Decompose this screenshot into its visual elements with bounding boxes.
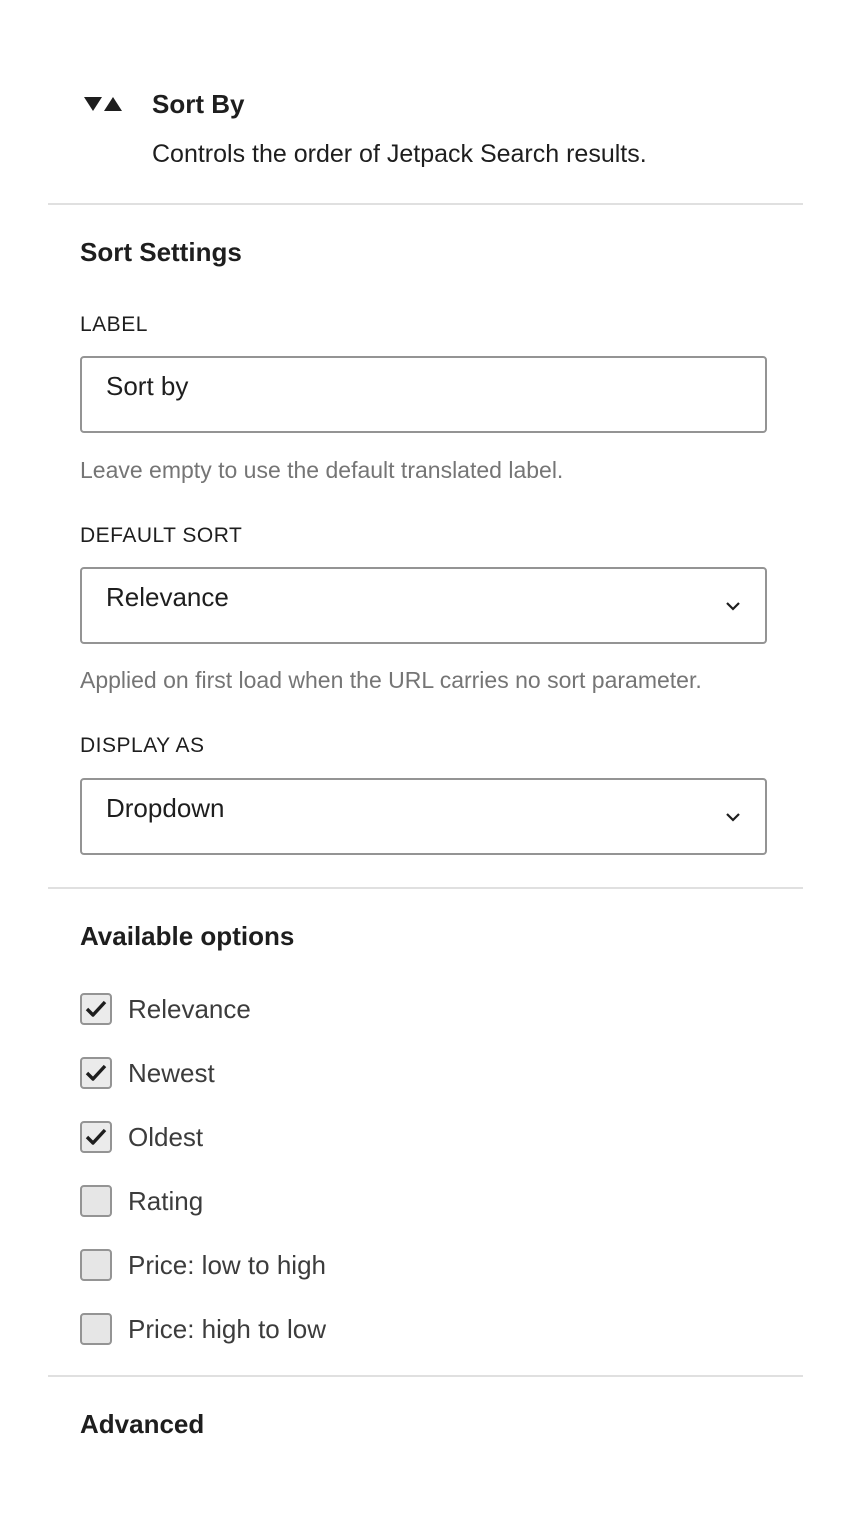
- label-input-value: Sort by: [106, 371, 189, 401]
- checkmark-icon: [85, 1128, 107, 1145]
- option-label: Newest: [128, 1058, 215, 1088]
- display-as-label: DISPLAY AS: [80, 734, 205, 757]
- option-label: Oldest: [128, 1122, 204, 1152]
- panel-title-advanced[interactable]: Advanced: [80, 1408, 204, 1440]
- default-sort-select[interactable]: Relevance: [80, 567, 767, 644]
- checkmark-icon: [85, 1064, 107, 1081]
- default-sort-label: DEFAULT SORT: [80, 524, 243, 547]
- block-description: Controls the order of Jetpack Search res…: [152, 140, 647, 168]
- option-checkbox[interactable]: [80, 1249, 112, 1281]
- chevron-down-icon: [725, 599, 741, 611]
- divider: [48, 203, 803, 205]
- option-checkbox[interactable]: [80, 1313, 112, 1345]
- sort-arrows-icon: [84, 95, 124, 115]
- divider: [48, 1375, 803, 1377]
- option-checkbox[interactable]: [80, 1185, 112, 1217]
- label-field-label: LABEL: [80, 313, 148, 336]
- panel-title-sort-settings[interactable]: Sort Settings: [80, 236, 242, 268]
- option-label: Rating: [128, 1186, 204, 1216]
- chevron-down-icon: [725, 810, 741, 822]
- default-sort-value: Relevance: [106, 582, 229, 612]
- divider: [48, 887, 803, 889]
- option-checkbox[interactable]: [80, 1121, 112, 1153]
- display-as-select[interactable]: Dropdown: [80, 778, 767, 855]
- option-label: Price: low to high: [128, 1250, 326, 1280]
- display-as-value: Dropdown: [106, 793, 225, 823]
- label-help-text: Leave empty to use the default translate…: [80, 457, 564, 483]
- option-label: Relevance: [128, 994, 251, 1024]
- option-checkbox[interactable]: [80, 1057, 112, 1089]
- checkmark-icon: [85, 1000, 107, 1017]
- panel-title-available-options[interactable]: Available options: [80, 920, 294, 952]
- block-title: Sort By: [152, 89, 245, 119]
- label-input[interactable]: Sort by: [80, 356, 767, 433]
- option-checkbox[interactable]: [80, 993, 112, 1025]
- option-label: Price: high to low: [128, 1314, 326, 1344]
- default-sort-help-text: Applied on first load when the URL carri…: [80, 667, 702, 693]
